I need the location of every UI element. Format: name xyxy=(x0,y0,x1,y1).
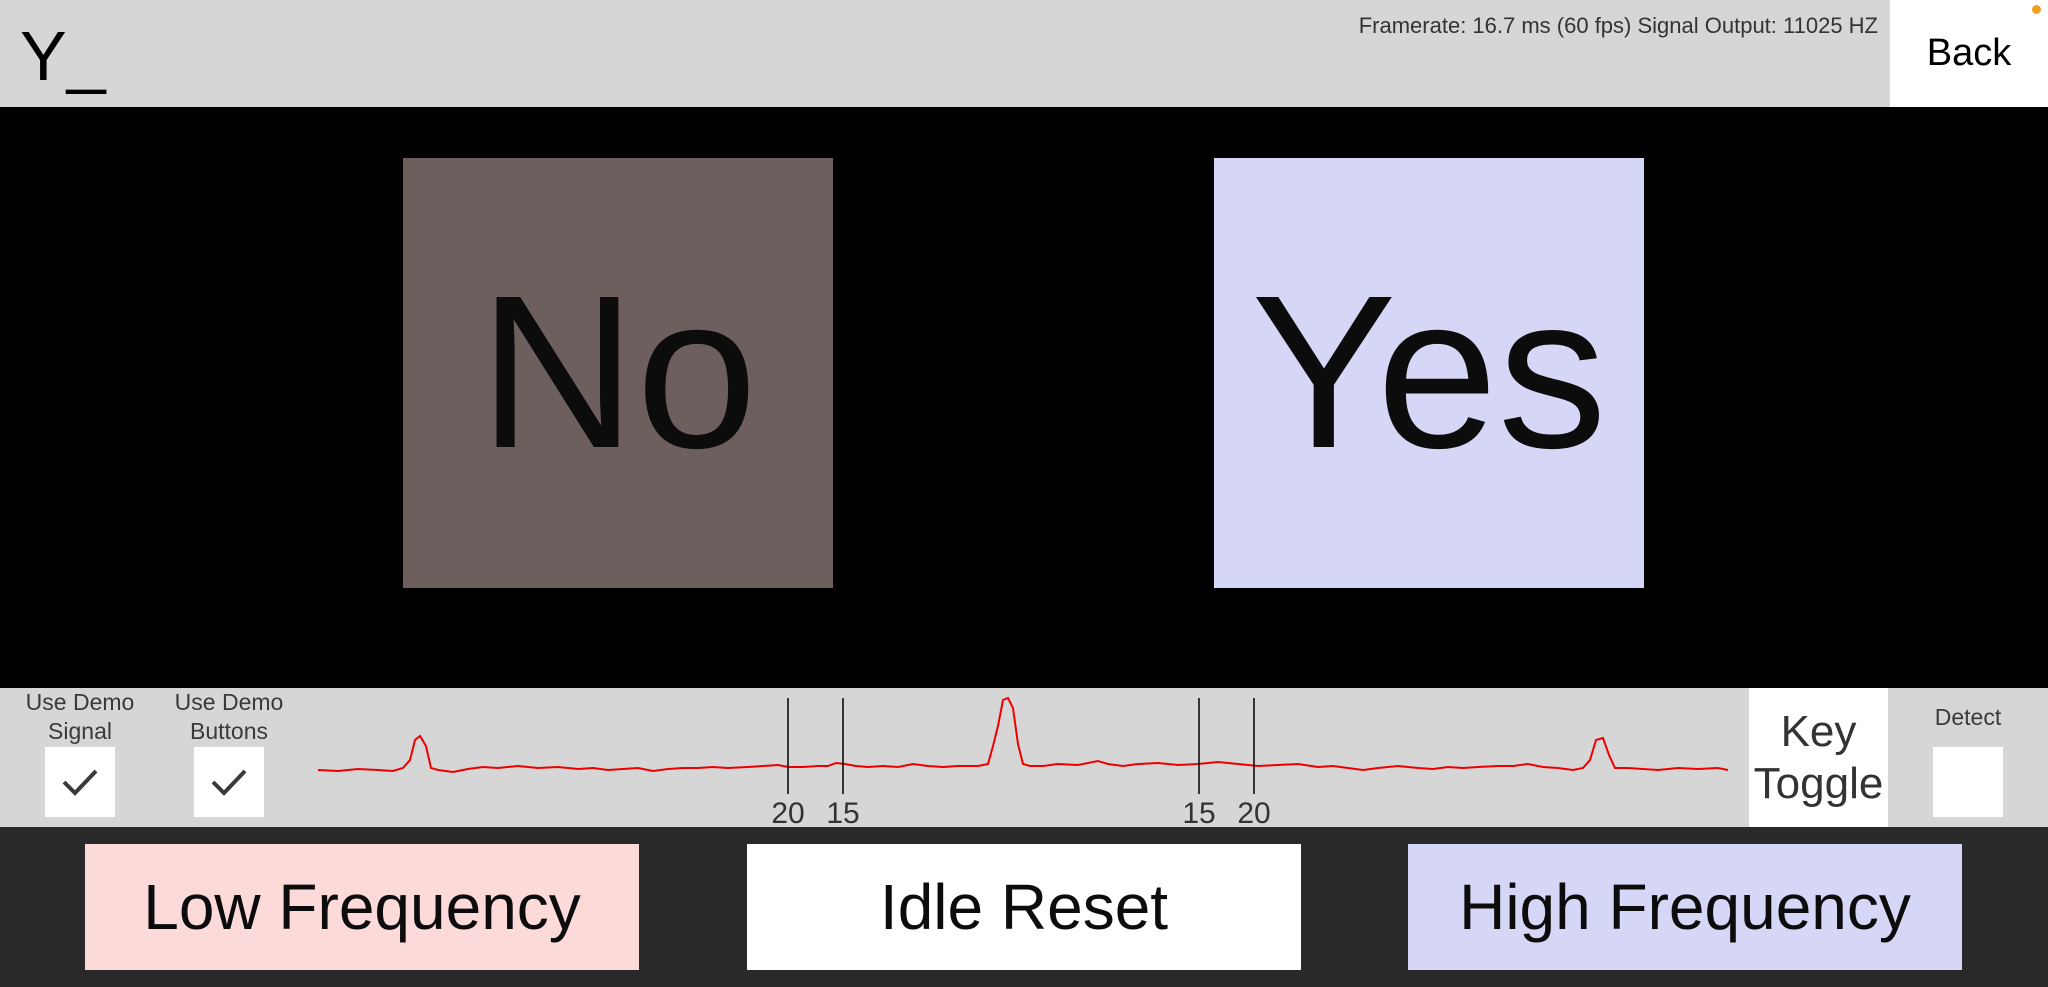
checkmark-icon xyxy=(62,769,98,796)
marker-label: 15 xyxy=(826,797,859,827)
marker-label: 20 xyxy=(771,797,804,827)
demo-signal-label-line2: Signal xyxy=(48,718,112,744)
marker-label: 20 xyxy=(1237,797,1270,827)
spectrum-line xyxy=(318,696,1728,774)
typed-text: Y_ xyxy=(20,17,106,95)
key-toggle-button[interactable]: Key Toggle xyxy=(1749,688,1888,827)
demo-buttons-label-line2: Buttons xyxy=(190,718,268,744)
demo-buttons-label-line1: Use Demo xyxy=(174,689,284,715)
demo-buttons-label: Use Demo Buttons xyxy=(159,688,299,746)
bottom-bar: Low Frequency Idle Reset High Frequency xyxy=(0,827,2048,987)
demo-signal-label: Use Demo Signal xyxy=(10,688,150,746)
idle-reset-button[interactable]: Idle Reset xyxy=(747,844,1301,970)
demo-signal-checkbox[interactable] xyxy=(45,747,115,817)
marker-label: 15 xyxy=(1182,797,1215,827)
top-bar: Y_ Framerate: 16.7 ms (60 fps) Signal Ou… xyxy=(0,0,2048,107)
status-text: Framerate: 16.7 ms (60 fps) Signal Outpu… xyxy=(1358,13,1878,38)
demo-signal-label-line1: Use Demo xyxy=(25,689,135,715)
no-choice[interactable]: No xyxy=(403,158,833,588)
control-panel: Use Demo Signal Use Demo Buttons 20 15 1… xyxy=(0,688,2048,827)
checkmark-icon xyxy=(211,769,247,796)
key-toggle-label-line1: Key xyxy=(1780,706,1857,756)
yes-choice[interactable]: Yes xyxy=(1214,158,1644,588)
high-frequency-button[interactable]: High Frequency xyxy=(1408,844,1962,970)
back-button[interactable]: Back xyxy=(1890,0,2048,107)
key-toggle-label-line2: Toggle xyxy=(1753,758,1884,808)
detect-label: Detect xyxy=(1934,704,2002,730)
spectrum-graph: 20 15 15 20 xyxy=(318,696,1728,827)
no-choice-label: No xyxy=(478,251,758,494)
low-frequency-button[interactable]: Low Frequency xyxy=(85,844,639,970)
notification-dot xyxy=(2032,5,2041,14)
detect-checkbox[interactable] xyxy=(1933,747,2003,817)
yes-choice-label: Yes xyxy=(1251,251,1607,494)
demo-buttons-checkbox[interactable] xyxy=(194,747,264,817)
